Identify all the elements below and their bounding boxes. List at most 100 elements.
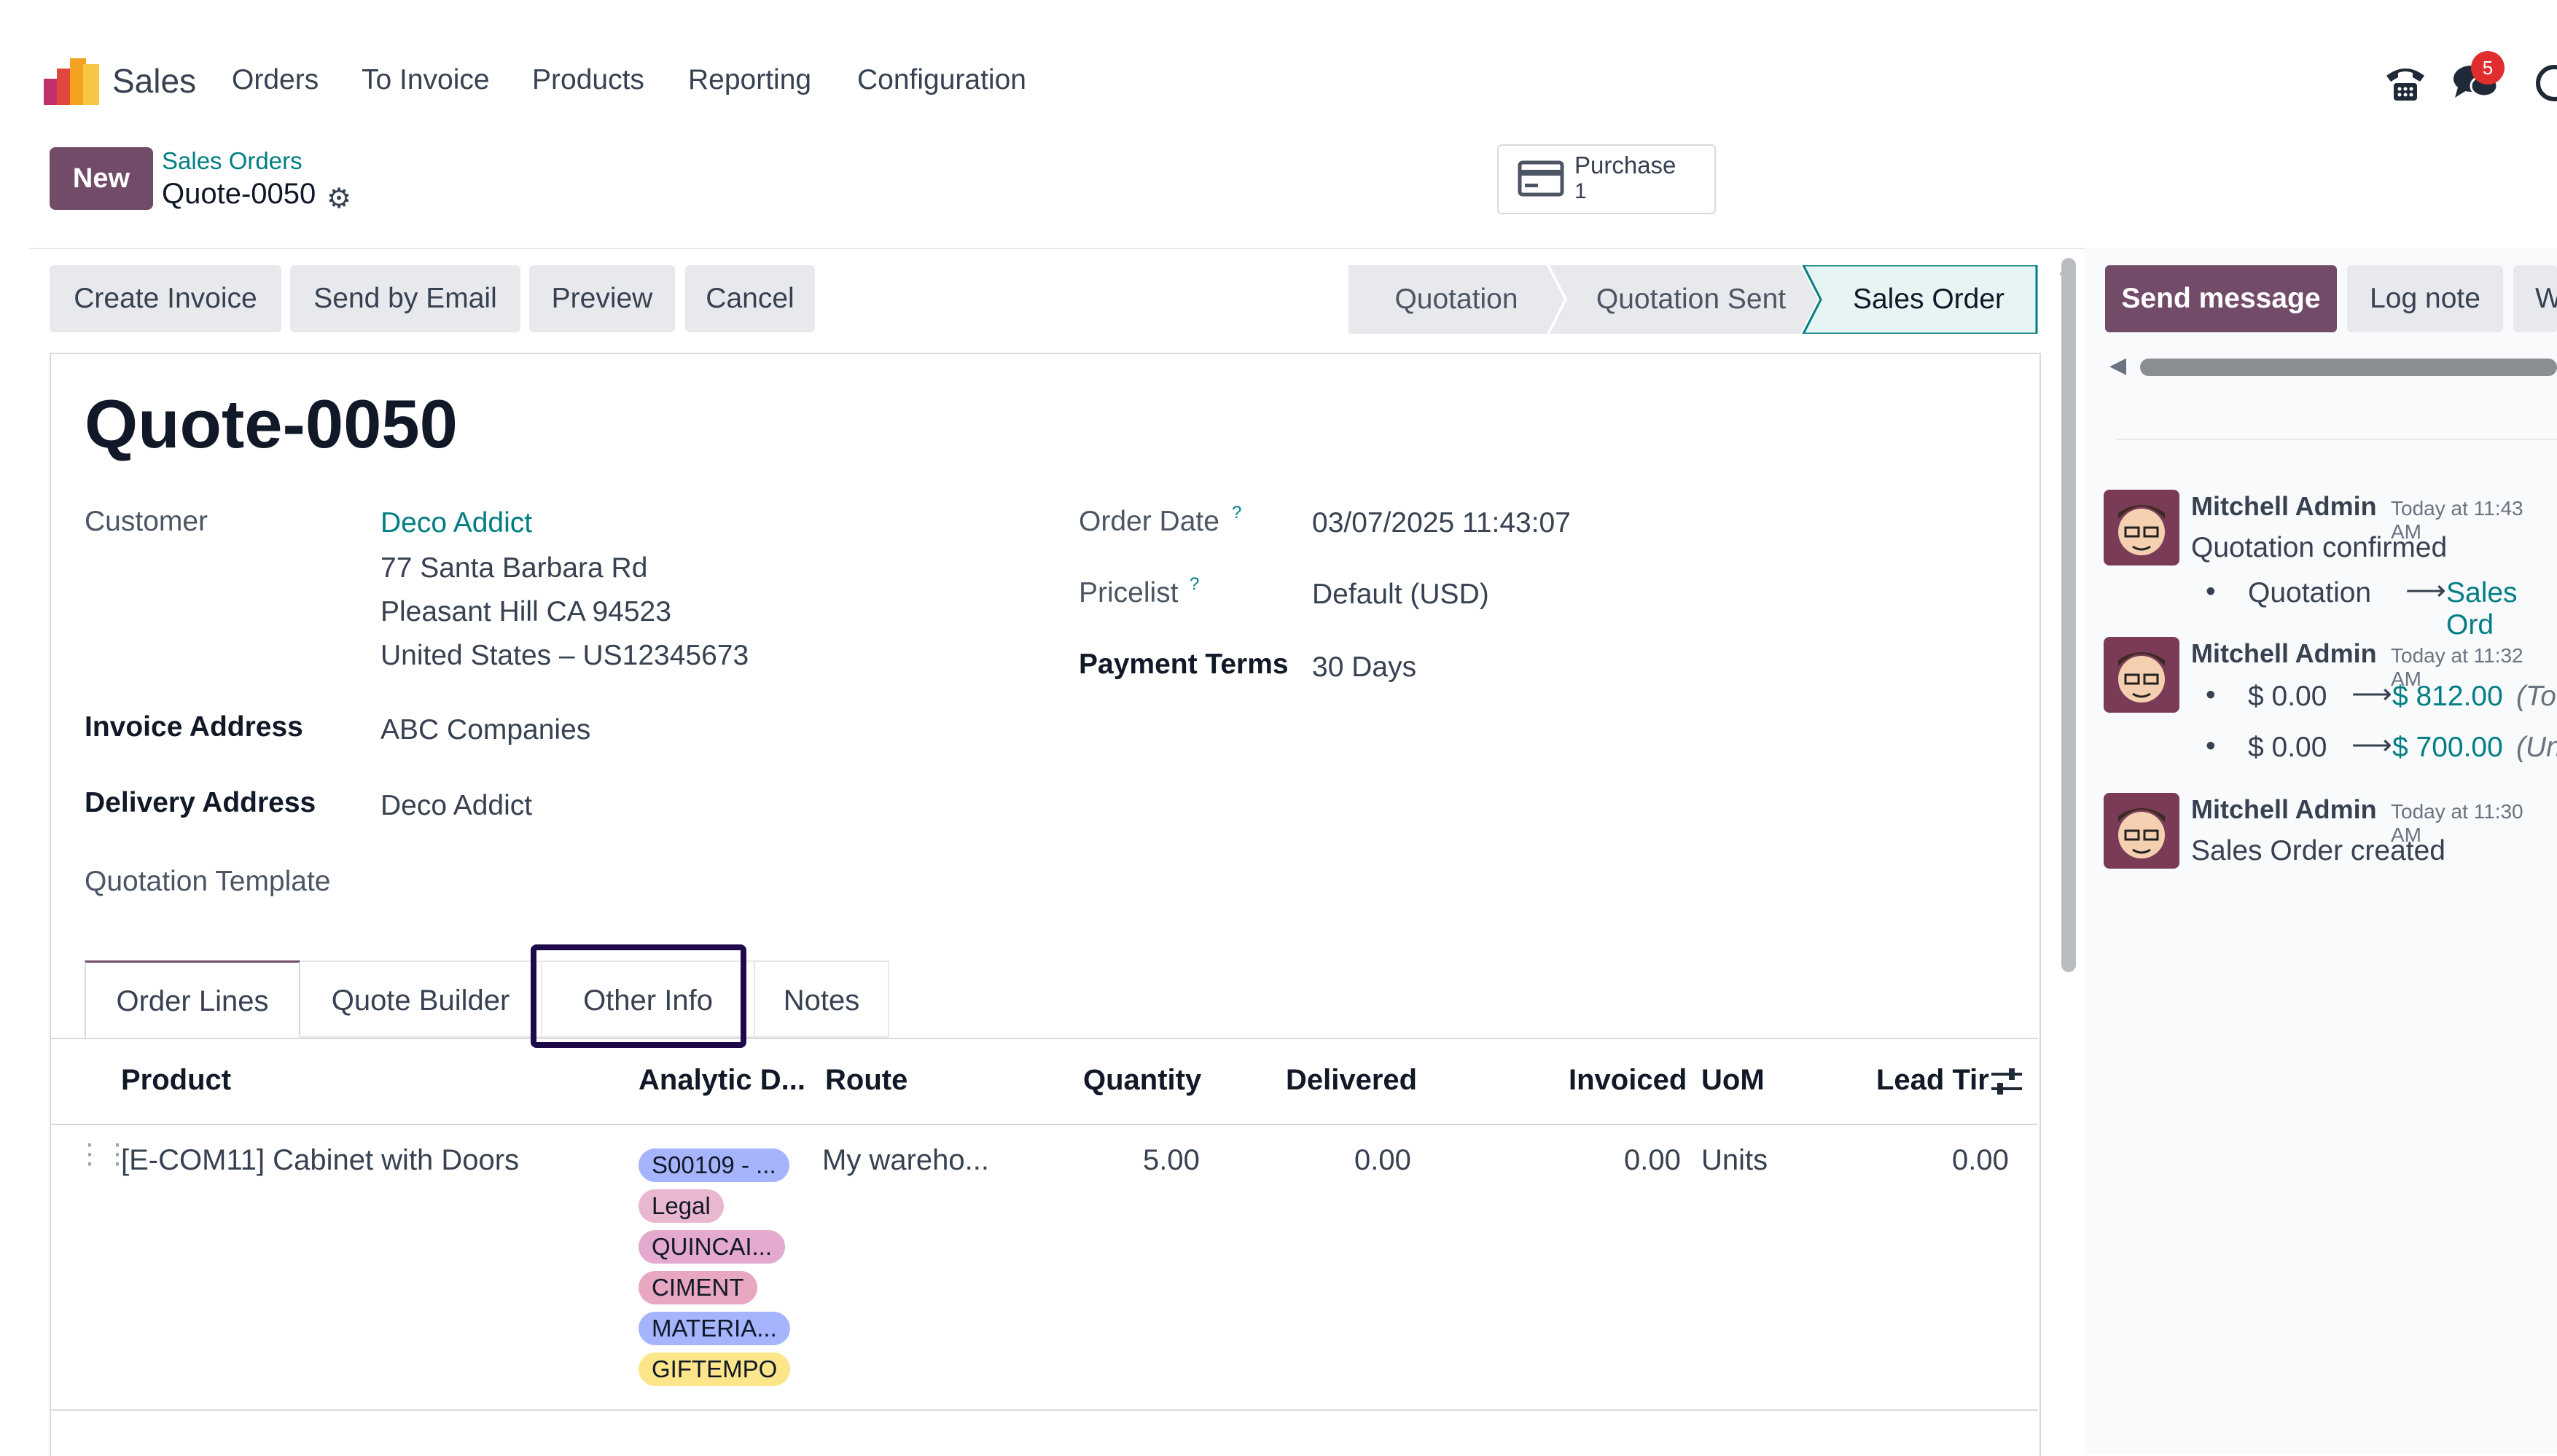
route-cell[interactable]: My wareho... <box>822 1144 989 1177</box>
avatar[interactable] <box>2104 490 2179 565</box>
col-header-route[interactable]: Route <box>825 1064 907 1097</box>
arrow-right-icon: ⟶ <box>2351 678 2392 710</box>
menu-reporting[interactable]: Reporting <box>688 64 811 96</box>
col-header-quantity[interactable]: Quantity <box>1083 1064 1201 1097</box>
stage-quotation-sent[interactable]: Quotation Sent <box>1564 265 1818 334</box>
quantity-cell[interactable]: 5.00 <box>1143 1144 1200 1177</box>
send-by-email-button[interactable]: Send by Email <box>290 265 520 332</box>
tracking-new-value: Sales Ord <box>2446 577 2518 641</box>
app-name[interactable]: Sales <box>112 61 196 101</box>
analytic-tag[interactable]: QUINCAI... <box>639 1230 786 1264</box>
phone-icon[interactable] <box>2384 63 2427 102</box>
optional-columns-icon[interactable] <box>1990 1065 2023 1097</box>
customer-label: Customer <box>85 506 208 537</box>
uom-cell[interactable]: Units <box>1701 1144 1768 1177</box>
message-author[interactable]: Mitchell Admin <box>2191 794 2377 825</box>
vertical-scrollbar[interactable] <box>2061 258 2076 972</box>
log-note-button[interactable]: Log note <box>2347 265 2503 332</box>
col-header-invoiced[interactable]: Invoiced <box>1569 1064 1687 1097</box>
tab-quote-builder[interactable]: Quote Builder <box>300 960 542 1038</box>
delivery-address-label: Delivery Address <box>85 787 316 818</box>
message-body: Sales Order created <box>2191 835 2446 866</box>
sales-app-logo-icon[interactable] <box>44 57 102 105</box>
order-date-field[interactable]: 03/07/2025 11:43:07 <box>1312 507 1571 539</box>
customer-link[interactable]: Deco Addict <box>380 507 532 539</box>
analytic-tag[interactable]: CIMENT <box>639 1271 757 1304</box>
pricelist-help-icon[interactable]: ? <box>1190 574 1199 595</box>
status-bar: Quotation Quotation Sent Sales Order <box>1348 265 2038 334</box>
customer-address-line2: Pleasant Hill CA 94523 <box>380 596 671 627</box>
tracking-field-name: (Un <box>2516 732 2557 763</box>
clock-icon[interactable] <box>2534 63 2557 103</box>
menu-products[interactable]: Products <box>532 64 644 96</box>
col-header-lead-time[interactable]: Lead Tir <box>1876 1064 1989 1097</box>
header-divider <box>50 1124 2038 1125</box>
customer-address-line3: United States – US12345673 <box>380 640 749 671</box>
invoice-address-field[interactable]: ABC Companies <box>380 714 590 746</box>
menu-configuration[interactable]: Configuration <box>857 64 1026 96</box>
purchase-label: Purchase <box>1574 152 1676 179</box>
send-message-button[interactable]: Send message <box>2105 265 2337 332</box>
pricelist-field[interactable]: Default (USD) <box>1312 579 1489 611</box>
horizontal-scrollbar[interactable] <box>2140 359 2557 376</box>
menu-orders[interactable]: Orders <box>232 64 319 96</box>
analytic-tag[interactable]: S00109 - ... <box>639 1148 789 1182</box>
new-button[interactable]: New <box>50 147 153 210</box>
cancel-button[interactable]: Cancel <box>685 265 815 332</box>
payment-terms-field[interactable]: 30 Days <box>1312 651 1416 684</box>
order-date-label: Order Date <box>1079 506 1219 537</box>
tab-notes[interactable]: Notes <box>755 960 889 1038</box>
row-divider <box>50 1409 2038 1411</box>
menu-to-invoice[interactable]: To Invoice <box>362 64 490 96</box>
form-sheet <box>50 353 2041 1456</box>
record-title: Quote-0050 <box>85 385 458 462</box>
bullet: • <box>2206 679 2216 711</box>
avatar[interactable] <box>2104 793 2179 869</box>
order-date-help-icon[interactable]: ? <box>1232 503 1241 523</box>
gear-icon[interactable]: ⚙ <box>327 182 351 215</box>
tracking-new-value: $ 812.00 <box>2392 681 2503 712</box>
scroll-left-arrow-icon[interactable]: ◀ <box>2109 353 2126 378</box>
arrow-right-icon: ⟶ <box>2405 575 2446 606</box>
credit-card-icon <box>1518 160 1564 197</box>
col-header-analytic[interactable]: Analytic D... <box>639 1064 805 1097</box>
lead-time-cell[interactable]: 0.00 <box>1952 1144 2009 1177</box>
col-header-delivered[interactable]: Delivered <box>1286 1064 1417 1097</box>
analytic-tag[interactable]: Legal <box>639 1189 724 1223</box>
tracking-field-name: (Tot <box>2516 681 2557 712</box>
tracking-old-value: Quotation <box>2248 577 2372 608</box>
create-invoice-button[interactable]: Create Invoice <box>50 265 281 332</box>
payment-terms-label: Payment Terms <box>1079 649 1289 680</box>
chatter-divider <box>2117 439 2557 440</box>
message-body: Quotation confirmed <box>2191 532 2448 563</box>
invoiced-cell: 0.00 <box>1624 1144 1681 1176</box>
activities-button[interactable]: W <box>2513 265 2557 332</box>
invoice-address-label: Invoice Address <box>85 711 303 743</box>
stage-sales-order[interactable]: Sales Order <box>1821 265 2037 334</box>
product-link[interactable]: [E-COM11] Cabinet with Doors <box>121 1144 519 1177</box>
arrow-right-icon: ⟶ <box>2351 729 2392 761</box>
pricelist-label: Pricelist <box>1079 577 1179 608</box>
tracking-new-value: $ 700.00 <box>2392 732 2503 763</box>
delivered-cell[interactable]: 0.00 <box>1354 1144 1411 1177</box>
avatar[interactable] <box>2104 637 2179 713</box>
analytic-tag[interactable]: MATERIA... <box>639 1312 790 1345</box>
tracking-old-value: $ 0.00 <box>2248 681 2327 712</box>
stage-quotation[interactable]: Quotation <box>1348 265 1564 334</box>
tracking-old-value: $ 0.00 <box>2248 732 2327 763</box>
delivery-address-field[interactable]: Deco Addict <box>380 790 532 822</box>
preview-button[interactable]: Preview <box>529 265 675 332</box>
col-header-product[interactable]: Product <box>121 1064 231 1097</box>
message-author[interactable]: Mitchell Admin <box>2191 638 2377 669</box>
notification-badge: 5 <box>2471 51 2505 85</box>
analytic-tag[interactable]: GIFTEMPO <box>639 1353 791 1386</box>
bullet: • <box>2206 576 2216 607</box>
tab-order-lines[interactable]: Order Lines <box>85 960 300 1038</box>
breadcrumb-current: Quote-0050 <box>162 178 316 210</box>
quotation-template-label: Quotation Template <box>85 866 331 897</box>
col-header-uom[interactable]: UoM <box>1701 1064 1765 1097</box>
customer-address-line1: 77 Santa Barbara Rd <box>380 552 648 584</box>
breadcrumb-sales-orders[interactable]: Sales Orders <box>162 147 302 175</box>
purchase-count: 1 <box>1574 179 1587 203</box>
message-author[interactable]: Mitchell Admin <box>2191 491 2377 522</box>
